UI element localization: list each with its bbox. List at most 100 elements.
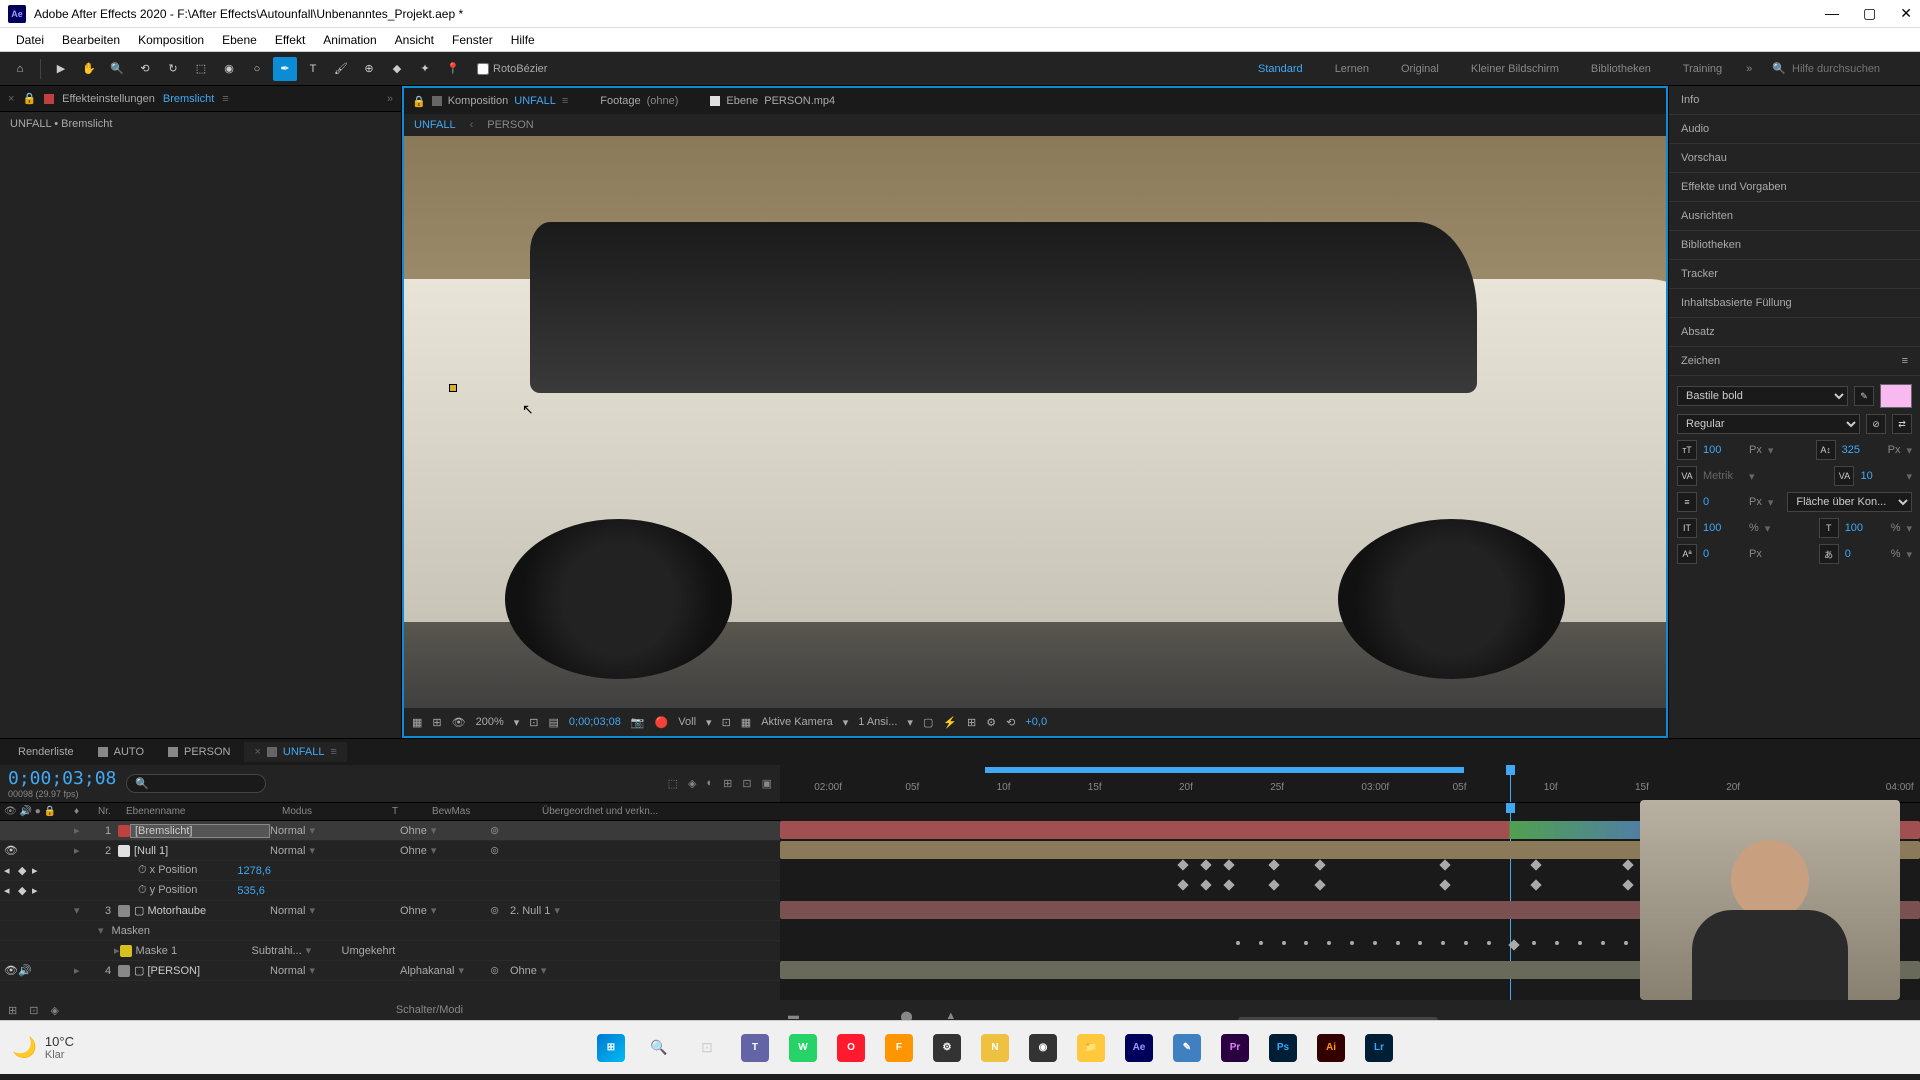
stroke-mode-select[interactable]: Fläche über Kon... <box>1787 492 1912 512</box>
pen-tool[interactable]: ✒ <box>273 57 297 81</box>
menu-datei[interactable]: Datei <box>8 31 52 49</box>
mask-row-1[interactable]: ▸ Maske 1 Subtrahi...▾ Umgekehrt <box>0 941 780 961</box>
viewer-canvas[interactable]: ↖ <box>404 136 1666 708</box>
snapshot-icon[interactable]: 📷 <box>631 716 645 729</box>
panel-tracker[interactable]: Tracker <box>1669 260 1920 289</box>
transparency-icon[interactable]: ▦ <box>741 716 751 729</box>
maximize-button[interactable]: ▢ <box>1863 5 1876 22</box>
viewer-lock-icon[interactable]: 🔒 <box>412 95 426 108</box>
illustrator-icon[interactable]: Ai <box>1310 1027 1352 1069</box>
panel-menu-icon[interactable]: ≡ <box>1902 355 1908 367</box>
timeline-icon[interactable]: ⊞ <box>967 716 976 729</box>
search-button[interactable]: 🔍 <box>638 1027 680 1069</box>
roto-tool[interactable]: ✦ <box>413 57 437 81</box>
graph-editor-icon[interactable]: ⊞ <box>723 777 732 790</box>
menu-effekt[interactable]: Effekt <box>267 31 313 49</box>
views-dropdown-icon[interactable]: ▾ <box>907 716 913 729</box>
alpha-toggle-icon[interactable]: ▦ <box>412 716 422 729</box>
task-view-button[interactable]: ⊡ <box>686 1027 728 1069</box>
panel-fuellung[interactable]: Inhaltsbasierte Füllung <box>1669 289 1920 318</box>
workspace-training[interactable]: Training <box>1675 59 1730 79</box>
panel-vorschau[interactable]: Vorschau <box>1669 144 1920 173</box>
firefox-icon[interactable]: F <box>878 1027 920 1069</box>
font-style-select[interactable]: Regular <box>1677 414 1860 434</box>
menu-ansicht[interactable]: Ansicht <box>387 31 442 49</box>
orbit-tool[interactable]: ⟲ <box>133 57 157 81</box>
zoom-dropdown-icon[interactable]: ▾ <box>514 716 520 729</box>
font-family-select[interactable]: Bastile bold <box>1677 386 1848 406</box>
layer-row-1[interactable]: ▸ 1 [Bremslicht] Normal▾ Ohne▾ ⊚ <box>0 821 780 841</box>
panel-overflow-icon[interactable]: » <box>387 93 393 105</box>
workspace-kleiner[interactable]: Kleiner Bildschirm <box>1463 59 1567 79</box>
selection-tool[interactable]: ▶ <box>49 57 73 81</box>
eraser-tool[interactable]: ◆ <box>385 57 409 81</box>
footage-tab-label[interactable]: Footage <box>600 95 640 107</box>
rotobezier-checkbox[interactable]: RotoBézier <box>477 63 547 75</box>
timeline-timecode[interactable]: 0;00;03;08 <box>8 768 116 789</box>
workspace-bibliotheken[interactable]: Bibliotheken <box>1583 59 1659 79</box>
rotate-tool[interactable]: ↻ <box>161 57 185 81</box>
tl-tab-auto[interactable]: AUTO <box>88 742 154 762</box>
obs-icon[interactable]: ◉ <box>1022 1027 1064 1069</box>
comp-tab-name[interactable]: UNFALL <box>514 95 556 107</box>
layer-row-4[interactable]: 👁🔊▸ 4 ▢ [PERSON] Normal▾ Alphakanal▾ ⊚ O… <box>0 961 780 981</box>
pixel-aspect-icon[interactable]: ▢ <box>923 716 933 729</box>
resolution-dropdown[interactable]: Voll <box>678 716 696 728</box>
layer-row-3[interactable]: ▾ 3 ▢ Motorhaube Normal▾ Ohne▾ ⊚ 2. Null… <box>0 901 780 921</box>
anchor-tool[interactable]: ◉ <box>217 57 241 81</box>
type-tool[interactable]: T <box>301 57 325 81</box>
views-dropdown[interactable]: 1 Ansi... <box>858 716 897 728</box>
font-size-value[interactable]: 100 <box>1703 444 1743 456</box>
help-search[interactable]: 🔍 <box>1772 62 1912 75</box>
start-button[interactable]: ⊞ <box>590 1027 632 1069</box>
eyedropper-icon[interactable]: ✎ <box>1854 386 1874 406</box>
work-area-bar[interactable] <box>985 767 1464 773</box>
res-dropdown-icon[interactable]: ▾ <box>706 716 712 729</box>
reset-exposure-icon[interactable]: ⟲ <box>1006 716 1015 729</box>
fill-color-swatch[interactable] <box>1880 384 1912 408</box>
kerning-value[interactable]: Metrik <box>1703 470 1743 482</box>
prop-row-ypos[interactable]: ◂◆▸ ⏱ y Position 535,6 <box>0 881 780 901</box>
motion-blur-icon[interactable]: ◐ <box>707 777 714 790</box>
baseline-value[interactable]: 0 <box>1703 548 1743 560</box>
roi-icon[interactable]: ⊡ <box>722 716 731 729</box>
safe-zones-icon[interactable]: ⊡ <box>529 716 538 729</box>
photoshop-icon[interactable]: Ps <box>1262 1027 1304 1069</box>
comp-tab-menu-icon[interactable]: ≡ <box>562 95 568 107</box>
camera-dropdown-icon[interactable]: ▾ <box>843 716 849 729</box>
flowchart-icon[interactable]: ⚙ <box>986 716 996 729</box>
hand-tool[interactable]: ✋ <box>77 57 101 81</box>
timeline-search[interactable]: 🔍 <box>126 774 266 793</box>
app-icon-3[interactable]: ✎ <box>1166 1027 1208 1069</box>
playhead[interactable] <box>1510 765 1511 802</box>
panel-audio[interactable]: Audio <box>1669 115 1920 144</box>
menu-hilfe[interactable]: Hilfe <box>503 31 543 49</box>
panel-info[interactable]: Info <box>1669 86 1920 115</box>
tl-tab-person[interactable]: PERSON <box>158 742 240 762</box>
guides-icon[interactable]: ▤ <box>548 716 558 729</box>
workspace-lernen[interactable]: Lernen <box>1327 59 1377 79</box>
weather-widget[interactable]: 🌙 10°C Klar <box>12 1034 74 1061</box>
layer-row-2[interactable]: 👁▸ 2 [Null 1] Normal▾ Ohne▾ ⊚ <box>0 841 780 861</box>
zoom-value[interactable]: 200% <box>476 716 504 728</box>
clone-tool[interactable]: ⊕ <box>357 57 381 81</box>
mini-tab-person[interactable]: PERSON <box>487 119 533 131</box>
draft-3d-icon[interactable]: ⊡ <box>742 777 751 790</box>
panel-menu-icon[interactable]: ≡ <box>222 93 228 105</box>
menu-ebene[interactable]: Ebene <box>214 31 265 49</box>
tracking-value[interactable]: 10 <box>1860 470 1900 482</box>
toggle-transfer-icon[interactable]: ◈ <box>50 1004 58 1017</box>
puppet-tool[interactable]: 📍 <box>441 57 465 81</box>
frame-blend-icon[interactable]: ◈ <box>688 777 696 790</box>
panel-effekte[interactable]: Effekte und Vorgaben <box>1669 173 1920 202</box>
teams-icon[interactable]: T <box>734 1027 776 1069</box>
app-icon-2[interactable]: N <box>974 1027 1016 1069</box>
toggle-switches-icon[interactable]: ⊞ <box>8 1004 17 1017</box>
shy-icon[interactable]: ⬚ <box>668 777 678 790</box>
effects-tab-label[interactable]: Effekteinstellungen <box>62 93 155 105</box>
tsume-value[interactable]: 0 <box>1845 548 1885 560</box>
leading-value[interactable]: 325 <box>1842 444 1882 456</box>
panel-lock-icon[interactable]: 🔒 <box>22 92 36 105</box>
workspace-overflow-icon[interactable]: » <box>1746 63 1752 75</box>
unified-camera-tool[interactable]: ⬚ <box>189 57 213 81</box>
